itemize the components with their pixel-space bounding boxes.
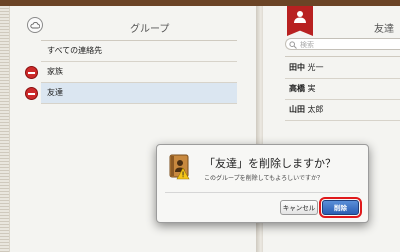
search-input[interactable]: 検索 <box>285 38 400 50</box>
group-item-all[interactable]: すべての連絡先 <box>41 41 237 62</box>
delete-circle-icon[interactable] <box>25 66 38 79</box>
contacts-warning-icon <box>169 154 190 180</box>
person-icon <box>294 11 306 23</box>
divider <box>285 56 400 57</box>
group-label: 家族 <box>47 67 63 76</box>
dialog-title: 「友達」を削除しますか？ <box>204 157 336 170</box>
group-label: すべての連絡先 <box>47 46 103 55</box>
contact-row[interactable]: 高橋 実 <box>285 79 400 100</box>
contact-row[interactable]: 田中 光一 <box>285 58 400 79</box>
cloud-icon <box>30 21 40 29</box>
cancel-button[interactable]: キャンセル <box>280 200 318 215</box>
delete-button[interactable]: 削除 <box>319 197 362 218</box>
contact-list: 田中 光一 高橋 実 山田 太郎 <box>285 58 400 121</box>
dialog-message: このグループを削除してもよろしいですか？ <box>204 175 323 182</box>
contact-given-name: 太郎 <box>305 105 324 114</box>
contact-family-name: 高橋 <box>289 84 305 93</box>
dialog-divider <box>165 192 360 193</box>
contact-family-name: 山田 <box>289 105 305 114</box>
groups-title: グループ <box>130 24 170 35</box>
group-list: すべての連絡先 家族 友達 <box>25 40 237 104</box>
icloud-button[interactable] <box>27 17 43 33</box>
delete-group-dialog: 「友達」を削除しますか？ このグループを削除してもよろしいですか？ キャンセル … <box>156 144 369 223</box>
contact-row[interactable]: 山田 太郎 <box>285 100 400 121</box>
group-item-friends[interactable]: 友達 <box>25 83 237 104</box>
search-icon <box>289 41 297 49</box>
contact-family-name: 田中 <box>289 63 305 72</box>
contacts-title: 友達 <box>374 24 394 35</box>
delete-circle-icon[interactable] <box>25 87 38 100</box>
contact-given-name: 実 <box>305 84 316 93</box>
page-edges <box>0 6 9 252</box>
search-placeholder: 検索 <box>300 41 314 49</box>
contact-given-name: 光一 <box>305 63 324 72</box>
group-label: 友達 <box>47 88 63 97</box>
group-item-family[interactable]: 家族 <box>25 62 237 83</box>
